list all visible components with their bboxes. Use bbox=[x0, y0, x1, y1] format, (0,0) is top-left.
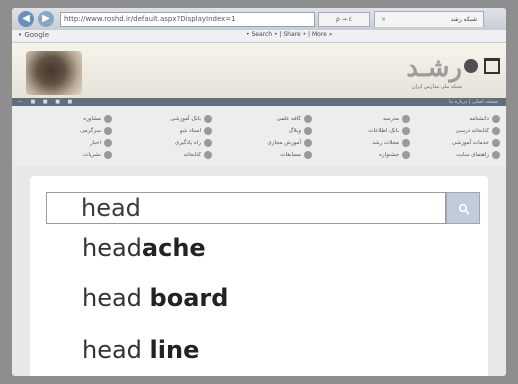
browser-titlebar: ◀ ▶ http://www.roshd.ir/default.aspx?Dis… bbox=[12, 8, 506, 30]
site-header: رشـد شبکه ملی مدارس ایران bbox=[12, 43, 506, 98]
suggestion-item[interactable]: headache bbox=[82, 234, 206, 262]
link-bullet-icon bbox=[492, 138, 500, 147]
link-bullet-icon bbox=[402, 138, 410, 147]
link-grid-item[interactable]: کافه علمی bbox=[276, 114, 312, 124]
book-icon bbox=[484, 58, 500, 74]
logo-circle-icon bbox=[464, 59, 478, 73]
link-grid-item[interactable]: استاد شو bbox=[180, 126, 212, 136]
nav-strip: — ■ ■ ■ ■ صفحه اصلی | درباره ما bbox=[12, 98, 506, 106]
link-bullet-icon bbox=[304, 114, 312, 123]
link-label: بانک آموزشی bbox=[170, 116, 201, 122]
close-icon[interactable]: × bbox=[381, 12, 386, 28]
link-grid-item[interactable]: مجلات رشد bbox=[372, 138, 410, 148]
link-label: آموزش مجازی bbox=[267, 140, 301, 146]
forward-arrow-icon[interactable]: ▶ bbox=[38, 11, 54, 27]
link-label: راهنمای سایت bbox=[456, 152, 489, 158]
link-grid-item[interactable]: بانک آموزشی bbox=[170, 114, 212, 124]
link-grid-item[interactable]: وبلاگ bbox=[289, 126, 312, 136]
link-label: مسابقات bbox=[280, 152, 301, 158]
link-bullet-icon bbox=[402, 126, 410, 135]
link-bullet-icon bbox=[204, 150, 212, 159]
link-grid-item[interactable]: کتابخانه bbox=[184, 150, 212, 160]
back-arrow-icon[interactable]: ◀ bbox=[18, 11, 34, 27]
link-bullet-icon bbox=[402, 114, 410, 123]
photo-frame: ◀ ▶ http://www.roshd.ir/default.aspx?Dis… bbox=[0, 0, 518, 384]
browser-window: ◀ ▶ http://www.roshd.ir/default.aspx?Dis… bbox=[12, 8, 506, 376]
link-bullet-icon bbox=[492, 150, 500, 159]
link-grid-item[interactable]: مدرسه bbox=[383, 114, 410, 124]
suggestion-item[interactable]: head board bbox=[82, 284, 228, 312]
link-bullet-icon bbox=[304, 138, 312, 147]
link-grid-item[interactable]: خدمات آموزشی bbox=[452, 138, 500, 148]
search-input-value: head bbox=[81, 194, 141, 222]
link-bullet-icon bbox=[402, 150, 410, 159]
suggestion-prefix: head bbox=[82, 284, 150, 312]
search-input[interactable]: head bbox=[46, 192, 446, 224]
address-bar[interactable]: http://www.roshd.ir/default.aspx?Display… bbox=[60, 12, 315, 27]
logo-subtitle: شبکه ملی مدارس ایران bbox=[411, 84, 462, 90]
search-icon bbox=[458, 203, 470, 215]
link-grid-item[interactable]: اخبار bbox=[90, 138, 112, 148]
link-label: مجلات رشد bbox=[372, 140, 399, 146]
suggestion-prefix: head bbox=[82, 234, 142, 262]
link-bullet-icon bbox=[104, 114, 112, 123]
link-label: کتابخانه درسی bbox=[455, 128, 489, 134]
link-grid-item[interactable]: بانک اطلاعات bbox=[368, 126, 410, 136]
link-label: کافه علمی bbox=[276, 116, 302, 122]
link-bullet-icon bbox=[304, 150, 312, 159]
link-bullet-icon bbox=[104, 126, 112, 135]
toolbar-links[interactable]: • Search • | Share • | More » bbox=[246, 31, 332, 38]
link-grid-item[interactable]: دانشنامه bbox=[469, 114, 500, 124]
link-label: جشنواره bbox=[379, 152, 399, 158]
link-grid-item[interactable]: سرگرمی bbox=[80, 126, 112, 136]
search-button[interactable] bbox=[446, 192, 480, 224]
link-label: اخبار bbox=[90, 140, 101, 146]
google-label[interactable]: • Google bbox=[18, 31, 49, 39]
link-bullet-icon bbox=[492, 126, 500, 135]
link-grid: دانشنامه کتابخانه درسی خدمات آموزشی راهنمای… bbox=[12, 106, 506, 166]
link-label: راه یادگیری bbox=[174, 140, 201, 146]
link-grid-item[interactable]: کتابخانه درسی bbox=[456, 126, 500, 136]
link-label: وبلاگ bbox=[288, 128, 301, 134]
link-bullet-icon bbox=[104, 138, 112, 147]
link-grid-item[interactable]: آموزش مجازی bbox=[267, 138, 312, 148]
browser-tab[interactable]: × شبکه رشد bbox=[374, 11, 484, 27]
google-toolbar: • Google • Search • | Share • | More » bbox=[12, 30, 506, 43]
suggestion-completion: ache bbox=[141, 234, 206, 262]
link-label: نشریات bbox=[83, 152, 101, 158]
link-bullet-icon bbox=[304, 126, 312, 135]
link-bullet-icon bbox=[104, 150, 112, 159]
link-label: بانک اطلاعات bbox=[368, 128, 399, 134]
address-tools[interactable]: ρ → c bbox=[318, 12, 370, 27]
suggestion-completion: line bbox=[149, 336, 200, 364]
link-label: کتابخانه bbox=[183, 152, 201, 158]
search-panel: head headache head board head line bbox=[30, 176, 488, 376]
link-label: خدمات آموزشی bbox=[452, 140, 489, 146]
link-bullet-icon bbox=[204, 138, 212, 147]
header-photo bbox=[26, 51, 82, 95]
link-label: دانشنامه bbox=[469, 116, 489, 122]
suggestion-completion: board bbox=[149, 284, 229, 312]
link-label: استاد شو bbox=[179, 128, 201, 134]
logo-text: رشـد bbox=[406, 53, 462, 83]
link-grid-item[interactable]: جشنواره bbox=[379, 150, 410, 160]
link-grid-item[interactable]: مسابقات bbox=[280, 150, 312, 160]
link-grid-item[interactable]: راه یادگیری bbox=[175, 138, 212, 148]
link-label: مشاوره bbox=[83, 116, 101, 122]
link-grid-item[interactable]: مشاوره bbox=[83, 114, 112, 124]
link-label: مدرسه bbox=[382, 116, 399, 122]
suggestion-item[interactable]: head line bbox=[82, 336, 199, 364]
link-bullet-icon bbox=[204, 126, 212, 135]
link-bullet-icon bbox=[204, 114, 212, 123]
suggestion-prefix: head bbox=[82, 336, 150, 364]
link-grid-item[interactable]: نشریات bbox=[83, 150, 112, 160]
strip-breadcrumb[interactable]: صفحه اصلی | درباره ما bbox=[449, 99, 498, 105]
link-bullet-icon bbox=[492, 114, 500, 123]
tab-title: شبکه رشد bbox=[450, 16, 477, 23]
strip-buttons[interactable]: — ■ ■ ■ ■ bbox=[18, 99, 75, 105]
link-label: سرگرمی bbox=[80, 128, 101, 134]
site-logo[interactable]: رشـد شبکه ملی مدارس ایران bbox=[360, 53, 500, 93]
link-grid-item[interactable]: راهنمای سایت bbox=[456, 150, 500, 160]
